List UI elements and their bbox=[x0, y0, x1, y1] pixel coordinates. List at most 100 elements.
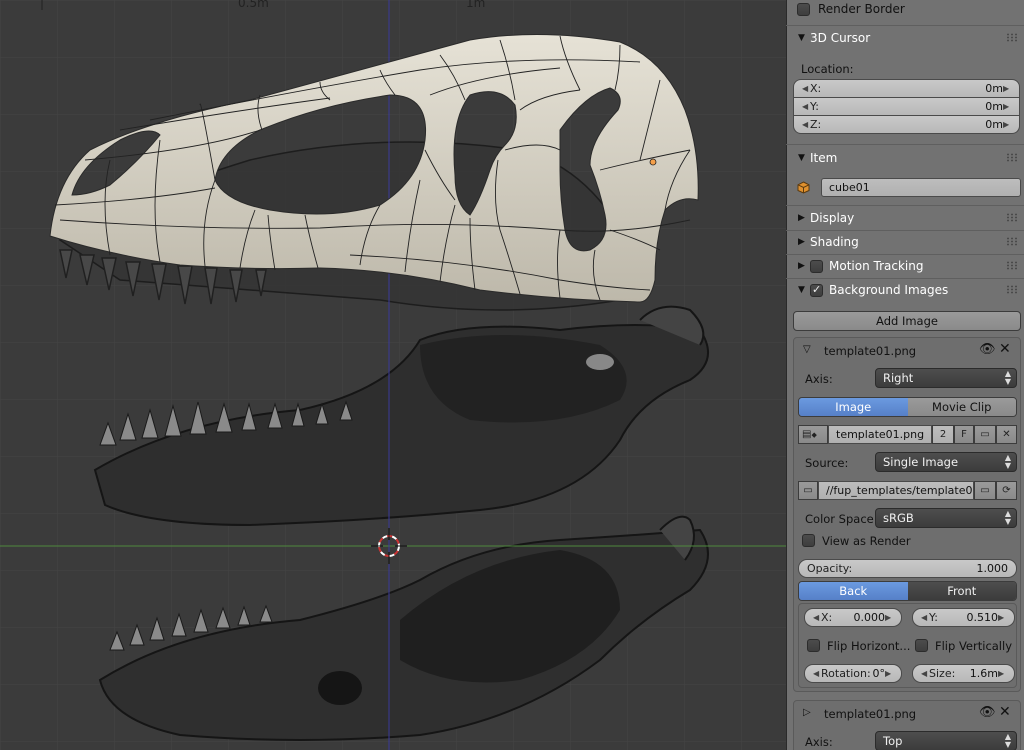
tab-movie-clip[interactable]: Movie Clip bbox=[907, 398, 1016, 416]
cursor-z-field[interactable]: ◀ Z: 0m ▶ bbox=[793, 115, 1020, 134]
location-label: Location: bbox=[801, 62, 854, 76]
close-icon[interactable]: ✕ bbox=[999, 704, 1011, 720]
source-label: Source: bbox=[805, 456, 849, 470]
background-image-name: template01.png bbox=[824, 707, 917, 721]
axis-dropdown[interactable]: Right ▲ ▼ bbox=[875, 368, 1017, 388]
flip-vertically-label: Flip Vertically bbox=[935, 639, 1013, 653]
panel-title: Shading bbox=[810, 235, 859, 249]
offset-y-field[interactable]: ◀ Y: 0.510 ▶ bbox=[912, 608, 1015, 627]
arrow-left-icon[interactable]: ◀ bbox=[813, 613, 821, 622]
image-source-tabs: Image Movie Clip bbox=[798, 397, 1017, 417]
collapse-triangle-icon: ▼ bbox=[798, 33, 805, 43]
panel-header-background-images[interactable]: ▼ Background Images bbox=[786, 278, 1024, 302]
flip-vertically-checkbox[interactable] bbox=[915, 638, 928, 652]
file-path-field[interactable]: //fup_templates/template01... bbox=[818, 481, 974, 500]
arrow-left-icon[interactable]: ◀ bbox=[813, 669, 821, 678]
tab-image[interactable]: Image bbox=[799, 398, 908, 416]
viewport-canvas bbox=[0, 0, 786, 750]
drag-handle-icon[interactable] bbox=[1006, 153, 1018, 162]
updown-arrows-icon: ▲ ▼ bbox=[1004, 369, 1011, 386]
expand-triangle-icon: ▶ bbox=[798, 237, 805, 247]
flip-horizontal-checkbox[interactable] bbox=[807, 638, 820, 652]
panel-header-motion-tracking[interactable]: ▶ Motion Tracking bbox=[786, 254, 1024, 278]
drag-handle-icon[interactable] bbox=[1006, 237, 1018, 246]
axis-label: Axis: bbox=[805, 735, 833, 749]
panel-title: Item bbox=[810, 151, 838, 165]
open-folder-icon[interactable]: ▭ bbox=[974, 425, 996, 444]
collapse-triangle-icon: ▼ bbox=[798, 285, 805, 295]
axis-dropdown[interactable]: Top ▲ ▼ bbox=[875, 731, 1017, 750]
rotation-field[interactable]: ◀ Rotation: 0° ▶ bbox=[804, 664, 902, 683]
drag-handle-icon[interactable] bbox=[1006, 261, 1018, 270]
axis-label: Axis: bbox=[805, 372, 833, 386]
eye-icon[interactable]: 👁 bbox=[979, 705, 996, 720]
expand-triangle-icon: ▶ bbox=[798, 261, 805, 271]
motion-tracking-checkbox[interactable] bbox=[810, 259, 823, 273]
close-icon[interactable]: ✕ bbox=[999, 341, 1011, 357]
arrow-right-icon[interactable]: ▶ bbox=[885, 669, 893, 678]
browse-folder-icon[interactable]: ▭ bbox=[974, 481, 996, 500]
expand-triangle-icon: ▶ bbox=[798, 213, 805, 223]
unlink-icon[interactable]: ✕ bbox=[996, 425, 1017, 444]
fake-user-button[interactable]: F bbox=[954, 425, 974, 444]
add-image-button[interactable]: Add Image bbox=[793, 311, 1021, 331]
color-space-label: Color Space: bbox=[805, 512, 878, 526]
view-as-render-label: View as Render bbox=[822, 534, 911, 548]
view-as-render-checkbox[interactable] bbox=[802, 533, 815, 547]
panel-header-display[interactable]: ▶ Display bbox=[786, 206, 1024, 230]
background-images-checkbox[interactable] bbox=[810, 283, 823, 297]
cursor-location-fields: ◀ X: 0m ▶ ◀ Y: 0m ▶ ◀ Z: 0m ▶ bbox=[793, 79, 1020, 134]
updown-arrows-icon: ▲ ▼ bbox=[1004, 509, 1011, 526]
color-space-dropdown[interactable]: sRGB ▲ ▼ bbox=[875, 508, 1017, 528]
updown-arrows-icon: ▲ ▼ bbox=[1004, 732, 1011, 749]
offset-x-field[interactable]: ◀ X: 0.000 ▶ bbox=[804, 608, 902, 627]
render-border-label: Render Border bbox=[818, 2, 905, 16]
arrow-right-icon[interactable]: ▶ bbox=[1003, 102, 1011, 111]
drag-handle-icon[interactable] bbox=[1006, 33, 1018, 42]
tab-front[interactable]: Front bbox=[907, 582, 1016, 600]
object-cube-icon bbox=[797, 181, 810, 194]
collapse-triangle-icon: ▼ bbox=[798, 153, 805, 163]
file-path-icon: ▭ bbox=[798, 481, 818, 500]
arrow-right-icon[interactable]: ▶ bbox=[885, 613, 893, 622]
arrow-left-icon[interactable]: ◀ bbox=[802, 84, 810, 93]
arrow-right-icon[interactable]: ▶ bbox=[1003, 84, 1011, 93]
drag-handle-icon[interactable] bbox=[1006, 285, 1018, 294]
arrow-right-icon[interactable]: ▶ bbox=[998, 669, 1006, 678]
updown-arrows-icon: ▲ ▼ bbox=[1004, 453, 1011, 470]
arrow-right-icon[interactable]: ▶ bbox=[1003, 120, 1011, 129]
render-border-checkbox[interactable] bbox=[797, 2, 810, 16]
3d-viewport[interactable]: | 0.5m 1m bbox=[0, 0, 786, 750]
eye-icon[interactable]: 👁 bbox=[979, 342, 996, 357]
divider bbox=[786, 144, 1024, 145]
ruler-label-one: 1m bbox=[466, 0, 486, 10]
arrow-left-icon[interactable]: ◀ bbox=[921, 669, 929, 678]
users-count[interactable]: 2 bbox=[932, 425, 954, 444]
opacity-slider[interactable]: Opacity: 1.000 bbox=[798, 559, 1017, 578]
image-browse-icon[interactable]: ▤◆ bbox=[798, 425, 828, 444]
panel-title: 3D Cursor bbox=[810, 31, 871, 45]
tab-back[interactable]: Back bbox=[799, 582, 908, 600]
source-dropdown[interactable]: Single Image ▲ ▼ bbox=[875, 452, 1017, 472]
cursor-x-field[interactable]: ◀ X: 0m ▶ bbox=[793, 79, 1020, 98]
reload-icon[interactable]: ⟳ bbox=[996, 481, 1017, 500]
panel-header-item[interactable]: ▼ Item bbox=[786, 146, 1024, 170]
size-field[interactable]: ◀ Size: 1.6m ▶ bbox=[912, 664, 1015, 683]
arrow-left-icon[interactable]: ◀ bbox=[802, 120, 810, 129]
render-border-row[interactable]: Render Border bbox=[786, 0, 1024, 18]
collapse-triangle-icon[interactable]: ▽ bbox=[803, 344, 811, 355]
arrow-right-icon[interactable]: ▶ bbox=[998, 613, 1006, 622]
depth-tabs: Back Front bbox=[798, 581, 1017, 601]
panel-header-shading[interactable]: ▶ Shading bbox=[786, 230, 1024, 254]
object-name-field[interactable]: cube01 bbox=[821, 178, 1021, 197]
ruler-label-half: 0.5m bbox=[238, 0, 269, 10]
panel-title: Motion Tracking bbox=[829, 259, 924, 273]
panel-header-3d-cursor[interactable]: ▼ 3D Cursor bbox=[786, 26, 1024, 50]
expand-triangle-icon[interactable]: ▷ bbox=[803, 707, 811, 718]
arrow-left-icon[interactable]: ◀ bbox=[802, 102, 810, 111]
ruler-tick: | bbox=[40, 0, 45, 10]
drag-handle-icon[interactable] bbox=[1006, 213, 1018, 222]
arrow-left-icon[interactable]: ◀ bbox=[921, 613, 929, 622]
image-file-field[interactable]: template01.png bbox=[828, 425, 932, 444]
cursor-y-field[interactable]: ◀ Y: 0m ▶ bbox=[793, 97, 1020, 116]
